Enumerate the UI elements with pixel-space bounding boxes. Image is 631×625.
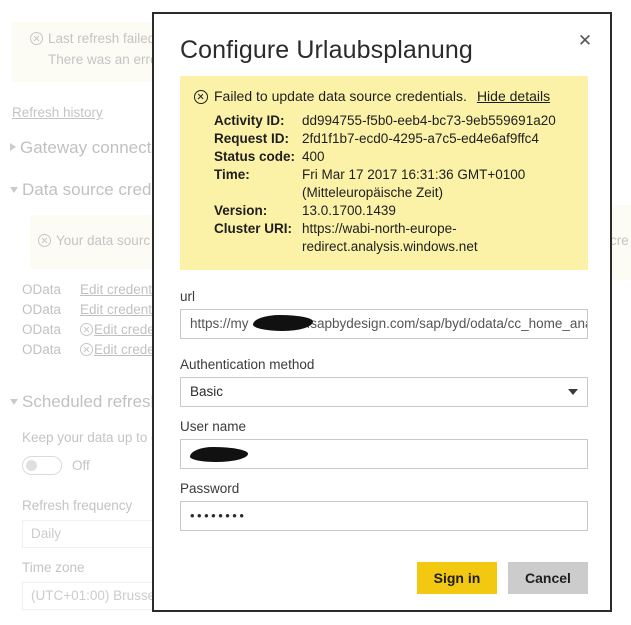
table-row: Status code: 400 (214, 148, 574, 166)
error-icon (30, 32, 43, 45)
detail-value: Fri Mar 17 2017 16:31:36 GMT+0100 (Mitte… (302, 166, 526, 200)
list-item[interactable]: OData Edit credenti (22, 342, 169, 357)
error-icon (80, 323, 93, 336)
table-row: Version: 13.0.1700.1439 (214, 202, 574, 220)
odata-type: OData (22, 302, 62, 317)
detail-key: Request ID: (214, 130, 290, 146)
list-item[interactable]: OData Edit credenti (22, 282, 155, 297)
configure-datasource-dialog: Configure Urlaubsplanung ✕ Failed to upd… (152, 12, 612, 612)
auth-method-label: Authentication method (180, 357, 315, 372)
data-source-credentials-section[interactable]: Data source crede (10, 180, 161, 200)
page-title: Configure Urlaubsplanung (180, 36, 473, 64)
error-details-table: Activity ID: dd994755-f5b0-eeb4-bc73-9eb… (214, 112, 574, 256)
chevron-down-icon (568, 389, 578, 395)
table-row: Cluster URI: https://wabi-north-europe-r… (214, 220, 574, 256)
detail-key: Activity ID: (214, 113, 285, 128)
detail-key: Version: (214, 202, 268, 218)
password-label: Password (180, 481, 240, 496)
app-root: Last refresh failed: There was an erro R… (0, 0, 631, 625)
chevron-down-icon (10, 399, 18, 405)
odata-type: OData (22, 322, 62, 337)
username-input[interactable] (180, 439, 588, 469)
time-zone-label: Time zone (22, 560, 85, 575)
sign-in-button[interactable]: Sign in (417, 562, 497, 594)
table-row: Request ID: 2fd1f1b7-ecd0-4295-a7c5-ed4e… (214, 130, 574, 148)
error-details-panel: Failed to update data source credentials… (180, 76, 588, 270)
detail-value: 13.0.1700.1439 (302, 202, 396, 218)
detail-value: https://wabi-north-europe-redirect.analy… (302, 220, 478, 254)
error-message: Failed to update data source credentials… (214, 88, 467, 104)
url-value-prefix: https://my (190, 316, 249, 331)
refresh-history-link[interactable]: Refresh history (12, 105, 103, 120)
refresh-frequency-label: Refresh frequency (22, 498, 133, 513)
username-label: User name (180, 419, 247, 434)
odata-type: OData (22, 342, 62, 357)
list-item[interactable]: OData Edit credenti (22, 322, 169, 337)
error-icon (80, 343, 93, 356)
table-row: Time: Fri Mar 17 2017 16:31:36 GMT+0100 … (214, 166, 574, 202)
refresh-failed-line1: Last refresh failed: (30, 31, 159, 46)
toggle-state-label: Off (72, 458, 90, 473)
url-input[interactable]: https://my .sapbydesign.com/sap/byd/odata… (180, 309, 588, 339)
data-source-warning-text: Your data sourc (38, 233, 150, 248)
hide-details-link[interactable]: Hide details (477, 88, 550, 104)
table-row: Activity ID: dd994755-f5b0-eeb4-bc73-9eb… (214, 112, 574, 130)
auth-method-value: Basic (190, 384, 224, 399)
keep-data-up-to-date-label: Keep your data up to d (22, 430, 159, 445)
detail-key: Time: (214, 166, 250, 182)
time-zone-select[interactable]: (UTC+01:00) Brussels, (22, 582, 167, 610)
list-item[interactable]: OData Edit credenti (22, 302, 155, 317)
password-value: •••••••• (190, 508, 247, 523)
gateway-connection-section[interactable]: Gateway connecti (10, 138, 155, 158)
scheduled-refresh-section[interactable]: Scheduled refresh (10, 392, 160, 412)
detail-key: Status code: (214, 148, 296, 164)
error-icon (38, 234, 51, 247)
chevron-right-icon (10, 143, 16, 151)
password-input[interactable]: •••••••• (180, 501, 588, 531)
cancel-button[interactable]: Cancel (508, 562, 588, 594)
refresh-frequency-select[interactable]: Daily (22, 520, 162, 548)
url-label: url (180, 289, 196, 304)
redaction-mark (190, 447, 248, 462)
detail-value: dd994755-f5b0-eeb4-bc73-9eb559691a20 (302, 113, 556, 128)
detail-key: Cluster URI: (214, 220, 293, 236)
close-icon[interactable]: ✕ (570, 26, 600, 56)
error-headline: Failed to update data source credentials… (194, 88, 574, 104)
odata-type: OData (22, 282, 62, 297)
error-icon (194, 90, 208, 104)
refresh-failed-line2: There was an erro (48, 52, 158, 67)
detail-value: 400 (302, 148, 325, 164)
edit-credentials-link[interactable]: Edit credenti (80, 302, 155, 317)
chevron-down-icon (10, 187, 18, 193)
right-edge-text: cre (610, 233, 629, 248)
auth-method-select[interactable]: Basic (180, 377, 588, 407)
edit-credentials-link[interactable]: Edit credenti (80, 282, 155, 297)
detail-value: 2fd1f1b7-ecd0-4295-a7c5-ed4e6af9ffc4 (302, 130, 539, 146)
keep-data-toggle[interactable] (22, 456, 62, 475)
